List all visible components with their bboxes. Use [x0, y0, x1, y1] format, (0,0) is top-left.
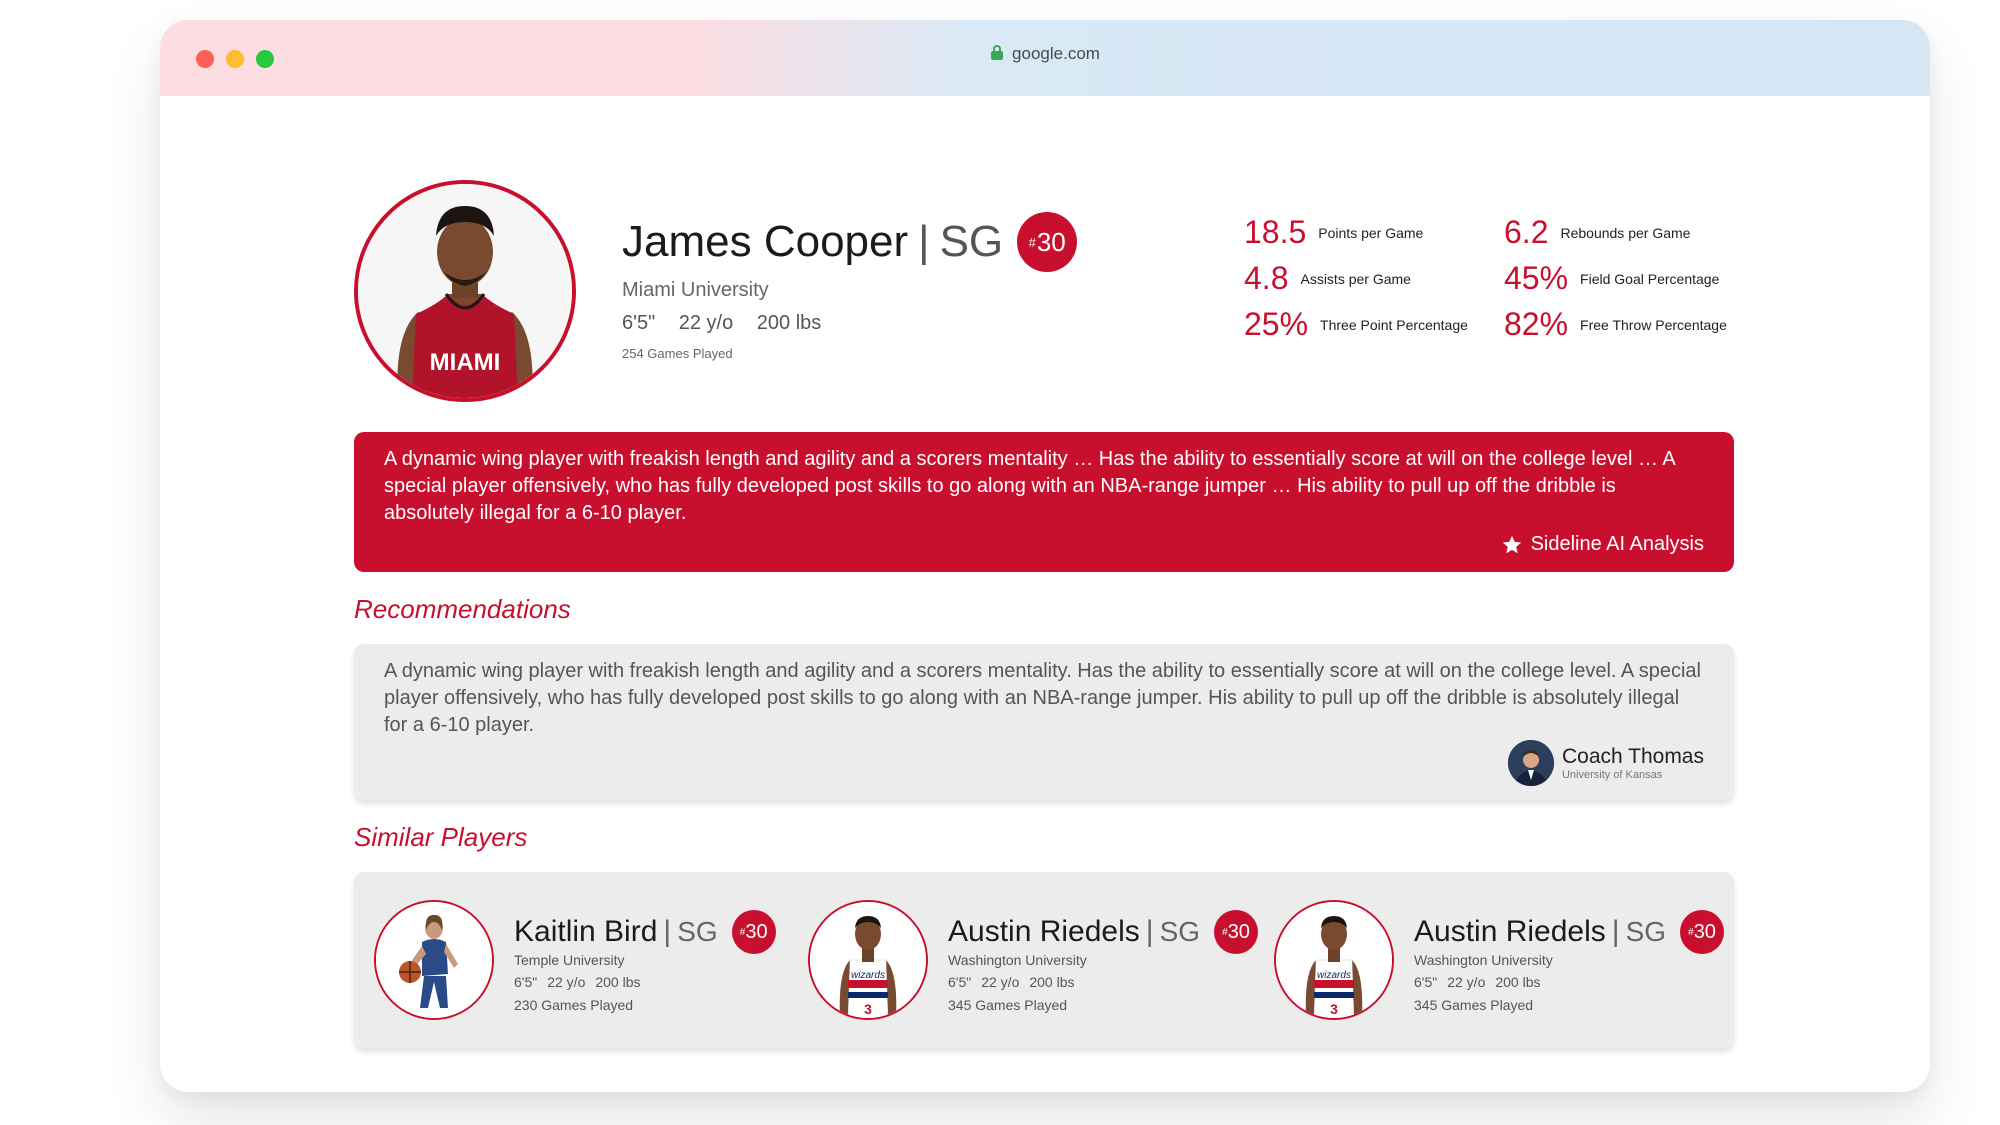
jersey-number-badge: #30: [1680, 910, 1725, 954]
player-profile: MIAMI James Cooper | SG #30 Miami Univer…: [354, 96, 1734, 1092]
name-divider: |: [1145, 915, 1154, 948]
stat-label: Field Goal Percentage: [1580, 270, 1720, 287]
name-divider: |: [918, 217, 930, 266]
name-divider: |: [663, 915, 672, 948]
ai-analysis-panel: A dynamic wing player with freakish leng…: [354, 432, 1734, 572]
similar-player-games: 345 Games Played: [948, 997, 1068, 1013]
stat-free-throw: 82% Free Throw Percentage: [1504, 306, 1727, 343]
player-name: James Cooper: [622, 217, 909, 266]
similar-player-avatar: [374, 900, 494, 1020]
jersey-text: MIAMI: [430, 349, 501, 376]
recommendation-text: A dynamic wing player with freakish leng…: [384, 660, 1701, 736]
similar-player-name: Austin Riedels: [948, 915, 1140, 948]
player-weight: 200 lbs: [756, 312, 822, 334]
ai-analysis-tag[interactable]: Sideline AI Analysis: [1501, 533, 1704, 556]
svg-text:wizards: wizards: [851, 970, 885, 981]
player-measurements: 6'5" 22 y/o 200 lbs: [622, 312, 839, 335]
similar-player-avatar: wizards 3: [808, 900, 928, 1020]
stat-value: 25%: [1244, 306, 1309, 342]
player-name-row: James Cooper | SG #30: [622, 212, 1078, 272]
player-games-played: 254 Games Played: [622, 346, 733, 361]
similar-player-avatar: wizards 3: [1274, 900, 1394, 1020]
similar-player-games: 345 Games Played: [1414, 997, 1534, 1013]
similar-player-name-row: Austin Riedels | SG #30: [948, 910, 1259, 954]
name-divider: |: [1611, 915, 1620, 948]
stat-three-point: 25% Three Point Percentage: [1244, 306, 1468, 343]
jersey-number-badge: #30: [1214, 910, 1259, 954]
url-text: google.com: [1012, 44, 1100, 63]
similar-player-name: Austin Riedels: [1414, 915, 1606, 948]
jersey-number-badge: #30: [1017, 212, 1078, 272]
jersey-number-badge: #30: [731, 910, 776, 954]
ai-analysis-tag-label: Sideline AI Analysis: [1530, 533, 1704, 555]
player-school: Miami University: [622, 279, 769, 301]
similar-player-card[interactable]: wizards 3 Austin Riedels | SG #30 Washin…: [808, 900, 1259, 1020]
stat-value: 4.8: [1244, 260, 1289, 296]
coach-attribution[interactable]: Coach Thomas University of Kansas: [1507, 740, 1704, 786]
player-avatar: MIAMI: [354, 180, 576, 402]
similar-player-measurements: 6'5" 22 y/o 200 lbs: [1414, 974, 1541, 990]
stat-points: 18.5 Points per Game: [1244, 214, 1423, 251]
player-height: 6'5": [622, 312, 656, 334]
similar-player-school: Washington University: [948, 952, 1087, 968]
stat-label: Free Throw Percentage: [1580, 316, 1727, 333]
player-position: SG: [939, 217, 1004, 266]
coach-avatar: [1507, 740, 1554, 786]
similar-player-position: SG: [1159, 916, 1201, 947]
similar-player-position: SG: [1625, 916, 1667, 947]
coach-school: University of Kansas: [1561, 769, 1663, 781]
similar-player-position: SG: [677, 916, 718, 947]
ai-analysis-text: A dynamic wing player with freakish leng…: [384, 448, 1675, 524]
browser-titlebar: google.com: [160, 20, 1930, 96]
similar-player-card[interactable]: wizards 3 Austin Riedels | SG #30 Washin…: [1274, 900, 1725, 1020]
similar-players-panel: Kaitlin Bird | SG #30 Temple University …: [354, 872, 1734, 1048]
stat-field-goal: 45% Field Goal Percentage: [1504, 260, 1719, 297]
similar-player-measurements: 6'5" 22 y/o 200 lbs: [948, 974, 1075, 990]
address-bar[interactable]: google.com: [160, 44, 1930, 64]
coach-name: Coach Thomas: [1561, 745, 1704, 768]
stat-label: Points per Game: [1318, 224, 1424, 241]
lock-icon: [991, 45, 1004, 60]
player-age: 22 y/o: [678, 312, 734, 334]
star-icon: [1502, 535, 1521, 553]
svg-text:3: 3: [864, 1001, 872, 1017]
stat-label: Assists per Game: [1300, 270, 1411, 287]
similar-player-card[interactable]: Kaitlin Bird | SG #30 Temple University …: [374, 900, 814, 1020]
similar-player-measurements: 6'5" 22 y/o 200 lbs: [514, 974, 641, 990]
similar-player-name-row: Kaitlin Bird | SG #30: [514, 910, 776, 954]
stat-value: 45%: [1504, 260, 1569, 296]
svg-text:3: 3: [1330, 1001, 1338, 1017]
similar-players-title: Similar Players: [354, 822, 528, 852]
stat-value: 82%: [1504, 306, 1569, 342]
svg-text:wizards: wizards: [1317, 970, 1351, 981]
stat-value: 18.5: [1244, 214, 1307, 250]
stat-assists: 4.8 Assists per Game: [1244, 260, 1411, 297]
similar-player-name: Kaitlin Bird: [514, 915, 658, 948]
stat-label: Three Point Percentage: [1320, 316, 1468, 333]
stat-label: Rebounds per Game: [1560, 224, 1691, 241]
browser-window: google.com MIAMI James Cooper | SG # 30 …: [160, 20, 1930, 1092]
similar-player-games: 230 Games Played: [514, 997, 634, 1013]
similar-player-school: Temple University: [514, 952, 625, 968]
recommendations-title: Recommendations: [354, 594, 571, 624]
recommendation-card: A dynamic wing player with freakish leng…: [354, 644, 1734, 800]
similar-player-name-row: Austin Riedels | SG #30: [1414, 910, 1725, 954]
similar-player-school: Washington University: [1414, 952, 1553, 968]
stat-value: 6.2: [1504, 214, 1549, 250]
stat-rebounds: 6.2 Rebounds per Game: [1504, 214, 1690, 251]
